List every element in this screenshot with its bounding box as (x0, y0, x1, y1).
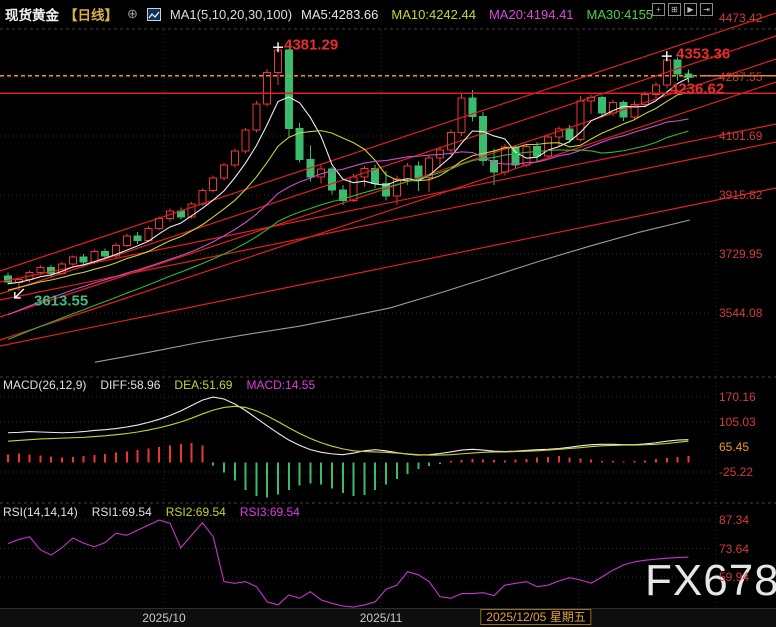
candle[interactable] (134, 232, 141, 244)
indicator-label: RSI1:69.54 (92, 505, 152, 519)
rsi-legend: RSI(14,14,14) RSI1:69.54 RSI2:69.54 RSI3:69… (3, 505, 300, 519)
candle[interactable] (5, 272, 12, 284)
chart-toolbar: +⊞▶⇥ (652, 3, 713, 16)
candle[interactable] (447, 130, 454, 155)
candle[interactable] (361, 166, 368, 187)
price-axis-label: 4101.69 (719, 129, 762, 143)
diff-line (8, 397, 688, 455)
watermark: FX678 (645, 556, 776, 606)
pan-icon[interactable]: + (652, 3, 665, 16)
month-label: 2025/10 (142, 611, 185, 625)
zoom-axis-icon[interactable]: ⊞ (668, 3, 681, 16)
macd-axis-label: 170.16 (719, 390, 756, 404)
chart-type-icon[interactable] (147, 8, 161, 21)
rsi-axis-label: 59.94 (719, 570, 749, 584)
ma-value-label: MA5:4283.66 (301, 7, 378, 22)
ma-value-label: MA30:4155 (587, 7, 654, 22)
ma100-line (95, 220, 690, 362)
price-axis-label: 4287.55 (719, 70, 762, 84)
candle[interactable] (123, 234, 130, 247)
dea-line (8, 406, 688, 455)
price-axis-label: 3729.95 (719, 247, 762, 261)
candle[interactable] (221, 163, 228, 180)
indicator-label: DEA:51.69 (174, 378, 232, 392)
indicator-label: RSI2:69.54 (166, 505, 226, 519)
macd-axis-label: 105.03 (719, 415, 756, 429)
macd-axis-label: -25.22 (719, 465, 753, 479)
candle[interactable] (275, 47, 282, 85)
ma-line-ma20 (8, 119, 688, 315)
indicator-label: MACD(26,12,9) (3, 378, 86, 392)
current-date-label: 2025/12/05 星期五 (480, 609, 591, 625)
candle[interactable] (210, 176, 217, 193)
exit-chart-icon[interactable]: ⇥ (700, 3, 713, 16)
candle[interactable] (231, 149, 238, 168)
candle[interactable] (415, 161, 422, 191)
candle[interactable] (653, 82, 660, 98)
candle[interactable] (69, 255, 76, 266)
candle[interactable] (242, 128, 249, 154)
rsi-axis-label: 73.64 (719, 542, 749, 556)
ma-legend: MA5:4283.66 MA10:4242.44 MA20:4194.41 MA30:… (301, 7, 653, 22)
candle[interactable] (253, 101, 260, 133)
chart-canvas[interactable] (0, 0, 776, 627)
candle[interactable] (545, 134, 552, 157)
price-axis-label: 3915.82 (719, 188, 762, 202)
candle[interactable] (469, 90, 476, 121)
candle[interactable] (296, 123, 303, 162)
candle[interactable] (458, 93, 465, 136)
rsi-panel (8, 520, 688, 607)
indicator-label: MACD:14.55 (246, 378, 315, 392)
indicator-label: DIFF:58.96 (100, 378, 160, 392)
rsi-line (8, 520, 688, 607)
indicator-label: RSI(14,14,14) (3, 505, 78, 519)
candle[interactable] (264, 69, 271, 106)
period-selector[interactable]: 【日线】 (64, 4, 118, 24)
price-marker-label: 4381.29 (284, 37, 338, 54)
price-axis-label: 3544.08 (719, 306, 762, 320)
candle[interactable] (631, 101, 638, 119)
macd-legend: MACD(26,12,9) DIFF:58.96 DEA:51.69 MACD:14.… (3, 378, 315, 392)
macd-current-value: 65.45 (719, 440, 749, 454)
expand-icon[interactable]: ⊕ (127, 6, 138, 22)
trendlines (0, 13, 776, 346)
autoscale-icon[interactable]: ▶ (684, 3, 697, 16)
candle[interactable] (307, 145, 314, 181)
month-label: 2025/11 (360, 611, 403, 625)
price-marker-label: 3613.55 (34, 293, 88, 310)
macd-panel (8, 397, 688, 498)
ma-value-label: MA10:4242.44 (391, 7, 476, 22)
ma-value-label: MA20:4194.41 (489, 7, 574, 22)
price-marker-label: 4236.62 (670, 81, 724, 98)
price-marker-label: 4353.36 (676, 46, 730, 63)
indicator-label: RSI3:69.54 (240, 505, 300, 519)
ma-settings-label: MA1(5,10,20,30,100) (170, 7, 292, 22)
point-markers (15, 42, 694, 298)
moving-averages (8, 78, 688, 339)
rsi-axis-label: 87.34 (719, 513, 749, 527)
instrument-title: 现货黄金 (5, 4, 59, 24)
